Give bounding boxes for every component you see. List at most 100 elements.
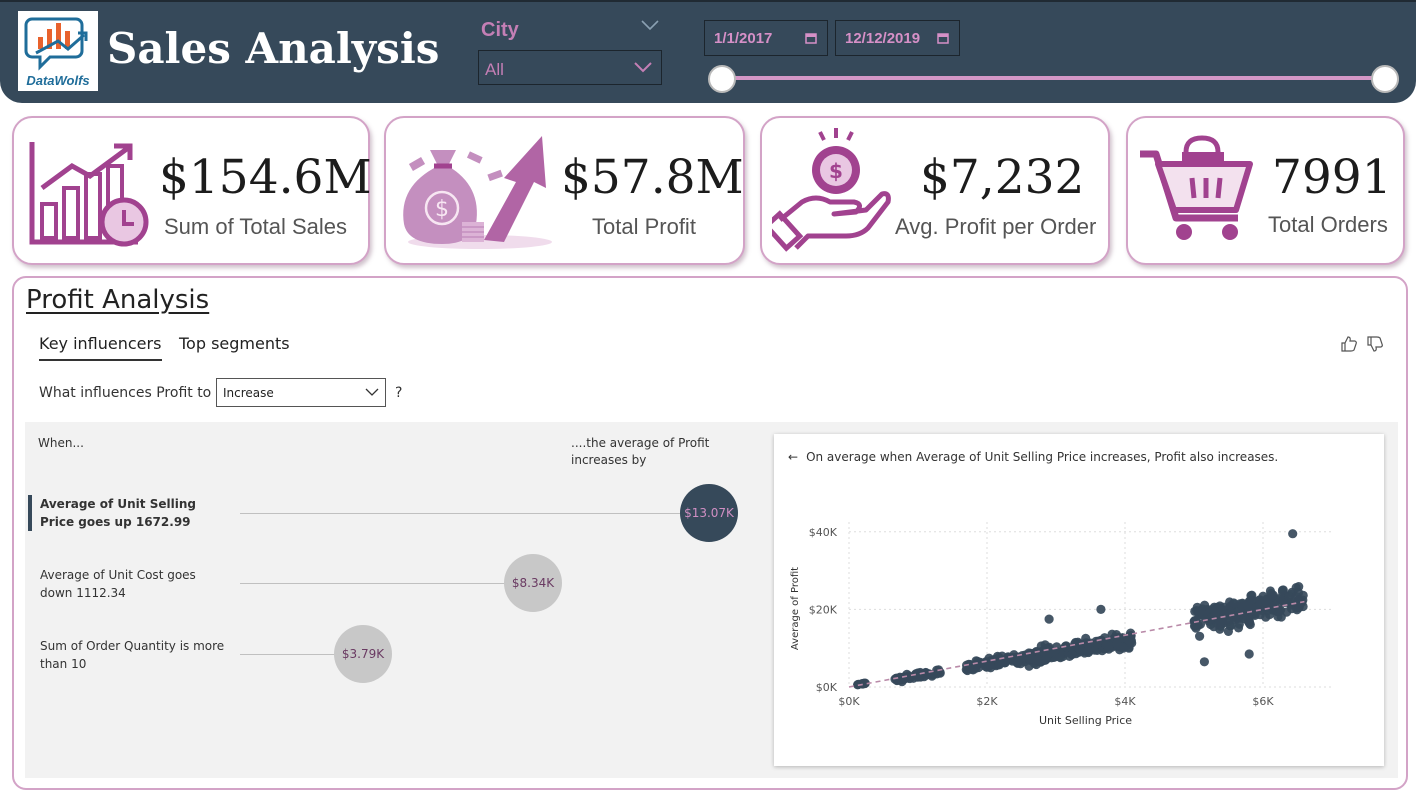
hand-coin-icon: $	[772, 128, 891, 252]
x-axis-title: Unit Selling Price	[1039, 714, 1132, 727]
kpi-card-avg-profit: $ $7,232 Avg. Profit per Order	[760, 116, 1110, 265]
scatter-point	[1112, 639, 1122, 649]
scatter-point	[1064, 651, 1075, 661]
influence-direction-dropdown[interactable]: Increase	[216, 378, 386, 407]
logo-chart-icon	[24, 17, 88, 71]
kpi-total-profit-value: $57.8M	[561, 150, 744, 205]
scatter-point	[1223, 626, 1233, 636]
influencer-item-order-quantity[interactable]: Sum of Order Quantity is more than 10	[40, 637, 225, 673]
scatter-point	[1294, 603, 1304, 613]
chevron-down-icon	[634, 62, 652, 73]
chevron-down-icon[interactable]	[640, 18, 660, 32]
x-tick-label: $0K	[838, 695, 860, 708]
scatter-point	[1041, 655, 1051, 665]
thumbs-up-icon[interactable]	[1340, 335, 1358, 353]
scatter-point	[1265, 586, 1275, 596]
profit-analysis-panel: Profit Analysis Key influencers Top segm…	[12, 276, 1408, 790]
kpi-card-total-orders: 7991 Total Orders	[1126, 116, 1405, 265]
kpi-avg-profit-label: Avg. Profit per Order	[895, 214, 1097, 239]
scatter-point	[1244, 618, 1254, 628]
tab-top-segments[interactable]: Top segments	[179, 334, 290, 353]
scatter-point	[1291, 591, 1301, 602]
scatter-point	[1195, 631, 1205, 641]
calendar-icon[interactable]	[805, 32, 817, 44]
start-date-input[interactable]: 1/1/2017	[704, 20, 828, 56]
active-tab-indicator	[39, 359, 162, 361]
kpi-total-sales-label: Sum of Total Sales	[164, 214, 348, 239]
end-date-input[interactable]: 12/12/2019	[835, 20, 960, 56]
kpi-total-orders-value: 7991	[1272, 150, 1392, 205]
scatter-point	[1093, 636, 1104, 646]
scatter-point	[858, 678, 868, 689]
svg-text:$: $	[829, 159, 843, 183]
date-range-slider-track[interactable]	[722, 76, 1385, 80]
date-slider-start-handle[interactable]	[708, 65, 736, 93]
city-filter-label: City	[481, 19, 519, 41]
start-date-value: 1/1/2017	[714, 30, 773, 47]
kpi-total-profit-label: Total Profit	[592, 214, 696, 239]
scatter-point	[1244, 649, 1254, 659]
influencer-item-unit-cost[interactable]: Average of Unit Cost goes down 1112.34	[40, 566, 225, 602]
average-column-header: ....the average of Profit increases by	[571, 436, 710, 467]
question-mark: ?	[395, 385, 403, 401]
scatter-point	[1127, 638, 1137, 648]
end-date-value: 12/12/2019	[845, 30, 921, 47]
selected-influencer-indicator	[28, 495, 32, 531]
influence-direction-value: Increase	[223, 386, 274, 400]
date-slider-end-handle[interactable]	[1371, 65, 1399, 93]
when-column-header: When...	[38, 436, 84, 450]
datawolfs-logo: DataWolfs	[18, 11, 98, 91]
scatter-point	[1233, 623, 1244, 633]
influencer-value-bubble[interactable]: $3.79K	[334, 625, 392, 683]
thumbs-down-icon[interactable]	[1366, 335, 1384, 353]
y-tick-label: $0K	[816, 681, 838, 694]
x-tick-label: $4K	[1114, 695, 1136, 708]
header-bar: DataWolfs Sales Analysis City All 1/1/20…	[0, 0, 1416, 103]
kpi-total-sales-value: $154.6M	[159, 150, 372, 205]
calendar-icon[interactable]	[937, 32, 949, 44]
tab-key-influencers[interactable]: Key influencers	[39, 334, 161, 353]
kpi-card-total-sales: $154.6M Sum of Total Sales	[12, 116, 372, 265]
scatter-point	[1104, 644, 1114, 654]
scatter-point	[1044, 614, 1054, 624]
scatter-point	[1196, 606, 1206, 616]
key-influencers-area: When... ....the average of Profit increa…	[25, 422, 1398, 778]
x-tick-label: $6K	[1252, 695, 1274, 708]
influence-question-text: What influences Profit to	[39, 385, 212, 401]
influencer-item-unit-selling-price[interactable]: Average of Unit Selling Price goes up 16…	[40, 495, 225, 531]
money-bag-arrow-icon: $	[403, 136, 552, 249]
influencer-detail-card: ← On average when Average of Unit Selling…	[774, 434, 1384, 766]
kpi-avg-profit-value: $7,232	[920, 150, 1085, 205]
kpi-card-total-profit: $ $57.8M Total Profit	[384, 116, 745, 265]
dashboard: DataWolfs Sales Analysis City All 1/1/20…	[0, 0, 1416, 797]
x-tick-label: $2K	[976, 695, 998, 708]
scatter-point	[1013, 658, 1023, 668]
growth-chart-clock-icon	[29, 142, 149, 247]
chevron-down-icon	[365, 388, 379, 396]
profit-scatter-chart: $0K $2K $4K $6K $0K $20K $40K Unit Selling Pric…	[790, 522, 1332, 727]
influencer-value-bubble[interactable]: $13.07K	[680, 484, 738, 542]
scatter-point	[1040, 640, 1050, 650]
kpi-total-orders-label: Total Orders	[1268, 212, 1388, 237]
svg-text:$: $	[435, 197, 449, 222]
logo-text: DataWolfs	[26, 73, 90, 88]
shopping-cart-icon	[1140, 135, 1253, 240]
y-tick-label: $40K	[809, 526, 838, 539]
scatter-point	[1229, 598, 1239, 608]
city-dropdown-value: All	[485, 60, 504, 79]
scatter-point	[1083, 646, 1093, 656]
influencer-value-bubble[interactable]: $8.34K	[504, 554, 562, 612]
city-dropdown[interactable]: All	[478, 50, 662, 85]
scatter-point	[1288, 529, 1298, 539]
scatter-point	[1085, 638, 1096, 648]
scatter-point	[1247, 590, 1257, 600]
influencer-connector-line	[240, 654, 335, 655]
y-tick-label: $20K	[809, 603, 838, 616]
scatter-point	[1199, 657, 1209, 667]
influencer-connector-line	[240, 513, 680, 514]
profit-analysis-title: Profit Analysis	[26, 285, 210, 315]
scatter-point	[981, 661, 991, 672]
influencer-connector-line	[240, 583, 505, 584]
page-title: Sales Analysis	[107, 24, 440, 73]
scatter-point	[1237, 598, 1247, 608]
